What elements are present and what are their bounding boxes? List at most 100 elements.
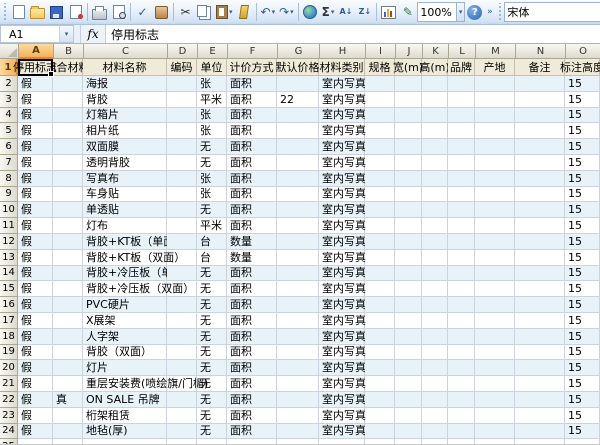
cell-A5[interactable]: 假: [18, 123, 53, 140]
cell-C16[interactable]: PVC硬片: [83, 297, 167, 313]
undo-icon[interactable]: ↶ ▾: [259, 2, 278, 22]
cell-M20[interactable]: [475, 360, 515, 377]
cell-D2[interactable]: [167, 76, 197, 92]
cell-K2[interactable]: [422, 76, 448, 92]
cell-M15[interactable]: [475, 281, 515, 298]
cell-F24[interactable]: 面积: [227, 423, 277, 440]
cell-A4[interactable]: 假: [18, 107, 53, 124]
cell-G5[interactable]: [277, 123, 319, 140]
cell-O16[interactable]: 15: [565, 297, 600, 313]
research-icon[interactable]: [152, 2, 171, 22]
cell-G17[interactable]: [277, 312, 319, 329]
cell-E3[interactable]: 平米: [197, 91, 227, 108]
cell-A17[interactable]: 假: [18, 312, 53, 329]
row-header-25[interactable]: 25: [0, 439, 18, 444]
cell-K18[interactable]: [422, 328, 448, 345]
column-header-K[interactable]: K: [423, 44, 449, 59]
cell-G23[interactable]: [277, 407, 319, 424]
new-document-icon[interactable]: [9, 2, 28, 22]
cell-H8[interactable]: 室内写真: [319, 170, 366, 187]
cell-J7[interactable]: [395, 154, 422, 171]
cell-N21[interactable]: [515, 376, 565, 392]
cell-F20[interactable]: 面积: [227, 360, 277, 377]
cell-I9[interactable]: [365, 186, 395, 203]
cell-G15[interactable]: [277, 281, 319, 298]
cell-D9[interactable]: [167, 186, 197, 203]
cell-J25[interactable]: [395, 439, 422, 444]
cell-C25[interactable]: [83, 439, 167, 444]
cell-B25[interactable]: [53, 439, 83, 444]
cell-B1[interactable]: 组合材料: [46, 59, 90, 76]
cell-K4[interactable]: [422, 107, 448, 124]
cell-A25[interactable]: [18, 439, 53, 444]
email-icon[interactable]: [66, 2, 85, 22]
zoom-dropdown-icon[interactable]: ▾: [455, 3, 465, 21]
row-header-24[interactable]: 24: [0, 423, 18, 440]
select-all-corner[interactable]: [0, 44, 19, 59]
cell-J19[interactable]: [395, 344, 422, 361]
row-header-5[interactable]: 5: [0, 123, 18, 140]
cell-M6[interactable]: [475, 139, 515, 155]
cell-D10[interactable]: [167, 202, 197, 219]
cell-B16[interactable]: [53, 297, 83, 313]
cell-J9[interactable]: [395, 186, 422, 203]
cell-N5[interactable]: [515, 123, 565, 140]
cell-J23[interactable]: [395, 407, 422, 424]
cell-C1[interactable]: 材料名称: [83, 59, 167, 76]
cell-F19[interactable]: 面积: [227, 344, 277, 361]
cell-C20[interactable]: 灯片: [83, 360, 167, 377]
cell-D3[interactable]: [167, 91, 197, 108]
cell-M25[interactable]: [475, 439, 515, 444]
cell-I25[interactable]: [365, 439, 395, 444]
cell-K7[interactable]: [422, 154, 448, 171]
cell-D24[interactable]: [167, 423, 197, 440]
cell-G11[interactable]: [277, 218, 319, 234]
cell-E11[interactable]: 平米: [197, 218, 227, 234]
cell-O15[interactable]: 15: [565, 281, 600, 298]
row-header-22[interactable]: 22: [0, 391, 18, 408]
cell-D18[interactable]: [167, 328, 197, 345]
cell-M5[interactable]: [475, 123, 515, 140]
column-header-F[interactable]: F: [228, 44, 278, 59]
cell-N18[interactable]: [515, 328, 565, 345]
cell-L7[interactable]: [448, 154, 475, 171]
cell-M13[interactable]: [475, 249, 515, 266]
column-header-B[interactable]: B: [54, 44, 84, 59]
cell-H15[interactable]: 室内写真: [319, 281, 366, 298]
cell-B17[interactable]: [53, 312, 83, 329]
cell-M9[interactable]: [475, 186, 515, 203]
cell-A11[interactable]: 假: [18, 218, 53, 234]
cell-N1[interactable]: 备注: [515, 59, 565, 76]
cell-A21[interactable]: 假: [18, 376, 53, 392]
row-header-9[interactable]: 9: [0, 186, 18, 203]
cell-G12[interactable]: [277, 233, 319, 250]
cell-B9[interactable]: [53, 186, 83, 203]
cell-J22[interactable]: [395, 391, 422, 408]
cell-O8[interactable]: 15: [565, 170, 600, 187]
cell-I6[interactable]: [365, 139, 395, 155]
save-icon[interactable]: [47, 2, 66, 22]
cell-O1[interactable]: 标注高度: [560, 59, 600, 76]
cell-J20[interactable]: [395, 360, 422, 377]
cell-H11[interactable]: 室内写真: [319, 218, 366, 234]
cell-A23[interactable]: 假: [18, 407, 53, 424]
cell-I4[interactable]: [365, 107, 395, 124]
cell-E2[interactable]: 张: [197, 76, 227, 92]
cell-A24[interactable]: 假: [18, 423, 53, 440]
cell-B22[interactable]: 真: [53, 391, 83, 408]
cell-J17[interactable]: [395, 312, 422, 329]
cell-E8[interactable]: 张: [197, 170, 227, 187]
cell-B19[interactable]: [53, 344, 83, 361]
cell-M19[interactable]: [475, 344, 515, 361]
cell-B5[interactable]: [53, 123, 83, 140]
cell-B6[interactable]: [53, 139, 83, 155]
paste-icon[interactable]: ▾: [214, 2, 235, 22]
cell-O2[interactable]: 15: [565, 76, 600, 92]
row-header-6[interactable]: 6: [0, 139, 18, 155]
row-header-16[interactable]: 16: [0, 297, 18, 313]
cell-L9[interactable]: [448, 186, 475, 203]
cell-I16[interactable]: [365, 297, 395, 313]
cell-L19[interactable]: [448, 344, 475, 361]
cell-K12[interactable]: [422, 233, 448, 250]
cell-N19[interactable]: [515, 344, 565, 361]
